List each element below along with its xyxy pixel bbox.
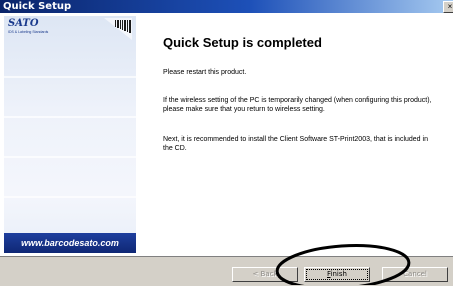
- sato-logo: SATO: [8, 18, 39, 29]
- logo-tagline: IDS & Labeling Standards: [8, 30, 49, 34]
- restart-message: Please restart this product.: [163, 69, 247, 76]
- website-url: www.barcodesato.com: [21, 238, 119, 248]
- panel-stripe: [4, 156, 136, 158]
- title-bar[interactable]: Quick Setup ×: [0, 0, 453, 13]
- side-banner: SATO IDS & Labeling Standards www.barcod…: [4, 16, 136, 253]
- back-button[interactable]: < Back: [232, 267, 298, 282]
- cancel-button[interactable]: Cancel: [382, 267, 448, 282]
- finish-button[interactable]: Finish: [304, 267, 370, 282]
- quick-setup-window: Quick Setup × SATO IDS & Labeling Standa…: [0, 0, 453, 286]
- panel-stripe: [4, 116, 136, 118]
- button-bar: < Back Finish Cancel: [0, 256, 453, 286]
- finish-label-rest: inish: [330, 270, 347, 278]
- url-band: www.barcodesato.com: [4, 233, 136, 253]
- page-title: Quick Setup is completed: [163, 35, 322, 50]
- barcode-icon: [104, 18, 132, 40]
- close-icon[interactable]: ×: [443, 1, 453, 13]
- client-software-message: Next, it is recommended to install the C…: [163, 136, 428, 153]
- wireless-message: If the wireless setting of the PC is tem…: [163, 97, 432, 114]
- panel-stripe: [4, 196, 136, 198]
- panel-stripe: [4, 76, 136, 78]
- window-title: Quick Setup: [3, 1, 72, 12]
